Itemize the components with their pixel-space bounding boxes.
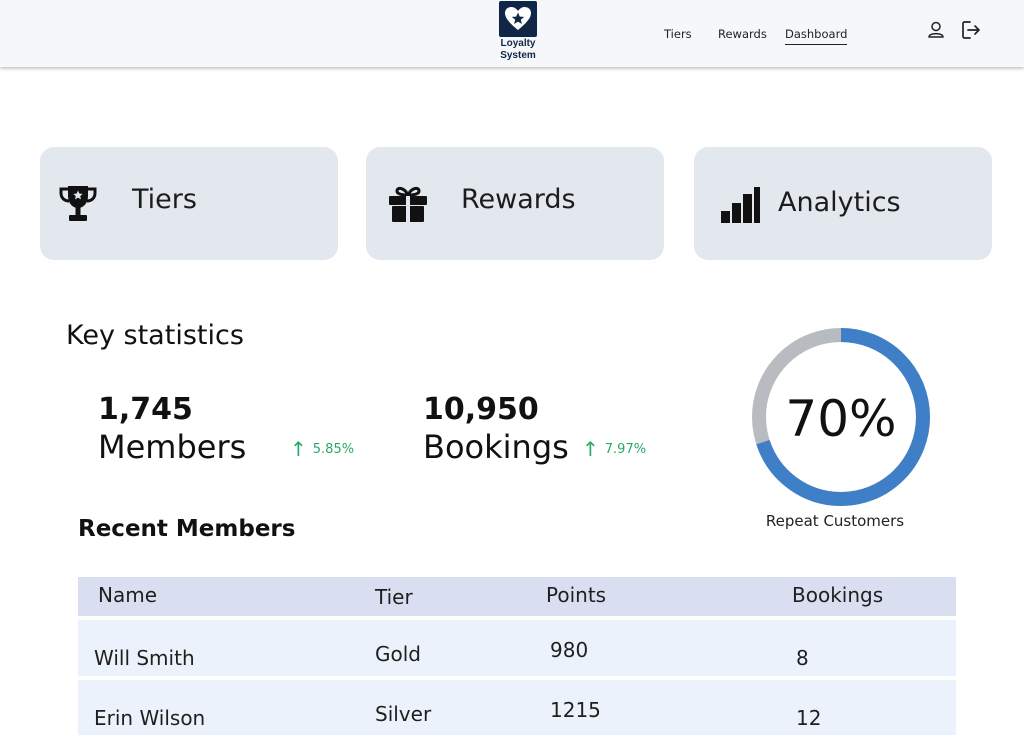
cell-name: Erin Wilson (94, 706, 206, 730)
cell-bookings: 8 (796, 646, 809, 670)
table-row[interactable]: Will Smith Gold 980 8 (78, 616, 956, 676)
user-icon[interactable] (926, 20, 946, 40)
analytics-card-label: Analytics (778, 187, 901, 218)
bookings-trend: ↑ 7.97% (582, 437, 647, 461)
donut-percent: 70% (785, 390, 896, 448)
column-header-points: Points (546, 583, 607, 607)
cell-tier: Gold (375, 642, 421, 666)
members-count: 1,745 (98, 392, 193, 427)
arrow-up-icon: ↑ (290, 437, 307, 461)
logo[interactable]: Loyalty System (496, 0, 540, 62)
table-header: Name Tier Points Bookings (78, 577, 956, 616)
tiers-card[interactable]: Tiers (40, 147, 338, 260)
logo-text-line2: System (500, 50, 536, 61)
key-statistics-title: Key statistics (66, 320, 244, 351)
logout-icon[interactable] (961, 20, 981, 40)
analytics-card[interactable]: Analytics (694, 147, 992, 260)
tiers-card-label: Tiers (132, 184, 197, 215)
cell-points: 980 (550, 638, 589, 662)
recent-members-table: Name Tier Points Bookings Will Smith Gol… (78, 577, 956, 735)
nav-tiers[interactable]: Tiers (664, 27, 692, 41)
dashboard-page: Loyalty System Tiers Rewards Dashboard T… (0, 0, 1024, 735)
column-header-tier: Tier (375, 585, 413, 609)
rewards-card-label: Rewards (461, 184, 576, 215)
members-trend: ↑ 5.85% (290, 437, 355, 461)
bookings-label: Bookings (423, 428, 569, 466)
trophy-icon (56, 182, 100, 226)
heart-star-icon (499, 1, 537, 37)
arrow-up-icon: ↑ (582, 437, 599, 461)
repeat-customers-donut: 70% (752, 328, 930, 506)
repeat-customers-caption: Repeat Customers (765, 512, 905, 530)
members-label: Members (98, 428, 247, 466)
column-header-name: Name (98, 583, 158, 607)
column-header-bookings: Bookings (792, 583, 884, 607)
cell-bookings: 12 (796, 706, 822, 730)
gift-icon (386, 182, 430, 226)
bookings-count: 10,950 (423, 392, 539, 427)
logo-text-line1: Loyalty (500, 38, 536, 49)
cell-points: 1215 (550, 698, 601, 722)
bar-chart-icon (718, 185, 762, 229)
cell-name: Will Smith (94, 646, 195, 670)
top-header: Loyalty System Tiers Rewards Dashboard (0, 0, 1024, 67)
nav-dashboard[interactable]: Dashboard (785, 27, 848, 45)
members-trend-value: 5.85% (312, 441, 355, 457)
nav-rewards[interactable]: Rewards (718, 27, 767, 41)
recent-members-title: Recent Members (78, 516, 296, 542)
table-row[interactable]: Erin Wilson Silver 1215 12 (78, 676, 956, 735)
rewards-card[interactable]: Rewards (366, 147, 664, 260)
cell-tier: Silver (375, 702, 432, 726)
bookings-trend-value: 7.97% (604, 441, 647, 457)
